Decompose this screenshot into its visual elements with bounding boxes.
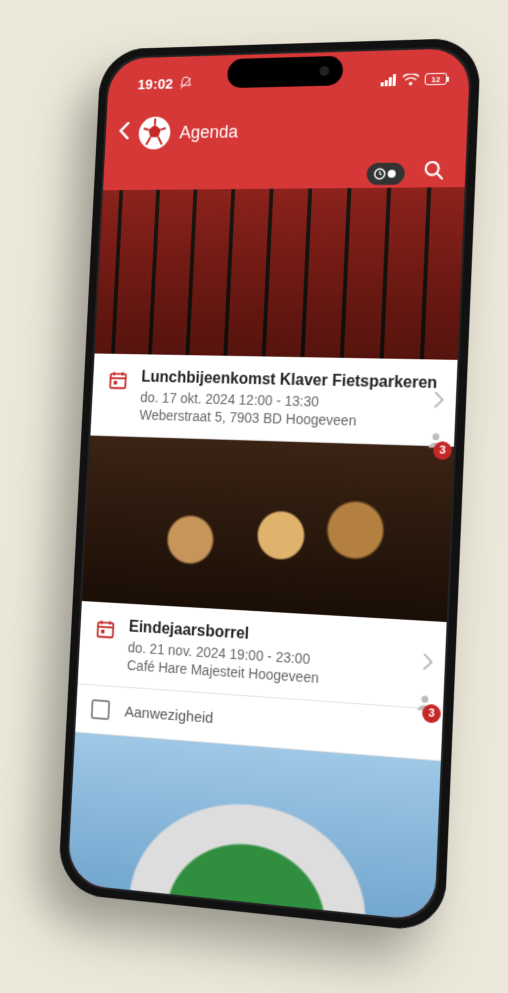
- phone-frame: 19:02 12: [58, 38, 481, 933]
- calendar-icon: [107, 369, 128, 391]
- back-button[interactable]: [118, 122, 130, 145]
- attendance-checkbox[interactable]: [91, 699, 111, 720]
- event-image: [95, 187, 465, 360]
- event-image: [82, 436, 454, 622]
- wifi-icon: [402, 73, 419, 85]
- chevron-right-icon: [422, 653, 433, 675]
- bell-mute-icon: [178, 75, 194, 91]
- attendance-label: Aanwezigheid: [124, 703, 213, 727]
- attendee-badge[interactable]: 3: [425, 430, 446, 456]
- attendee-badge[interactable]: 3: [414, 692, 436, 719]
- app-top-bar: Agenda: [105, 104, 469, 159]
- calendar-icon: [95, 618, 116, 641]
- agenda-list[interactable]: Lunchbijeenkomst Klaver Fietsparkeren do…: [67, 187, 464, 921]
- event-card[interactable]: Lunchbijeenkomst Klaver Fietsparkeren do…: [90, 353, 457, 446]
- status-time: 19:02: [137, 76, 173, 93]
- device-notch: [226, 56, 343, 88]
- page-title: Agenda: [179, 121, 238, 142]
- event-image: [67, 732, 440, 921]
- battery-level: 12: [431, 74, 440, 83]
- history-toggle[interactable]: [366, 162, 405, 184]
- chevron-right-icon: [433, 392, 444, 414]
- search-button[interactable]: [422, 159, 445, 186]
- app-logo-icon: [138, 116, 171, 149]
- signal-icon: [381, 74, 397, 86]
- battery-icon: 12: [425, 73, 448, 86]
- app-screen: 19:02 12: [67, 48, 470, 922]
